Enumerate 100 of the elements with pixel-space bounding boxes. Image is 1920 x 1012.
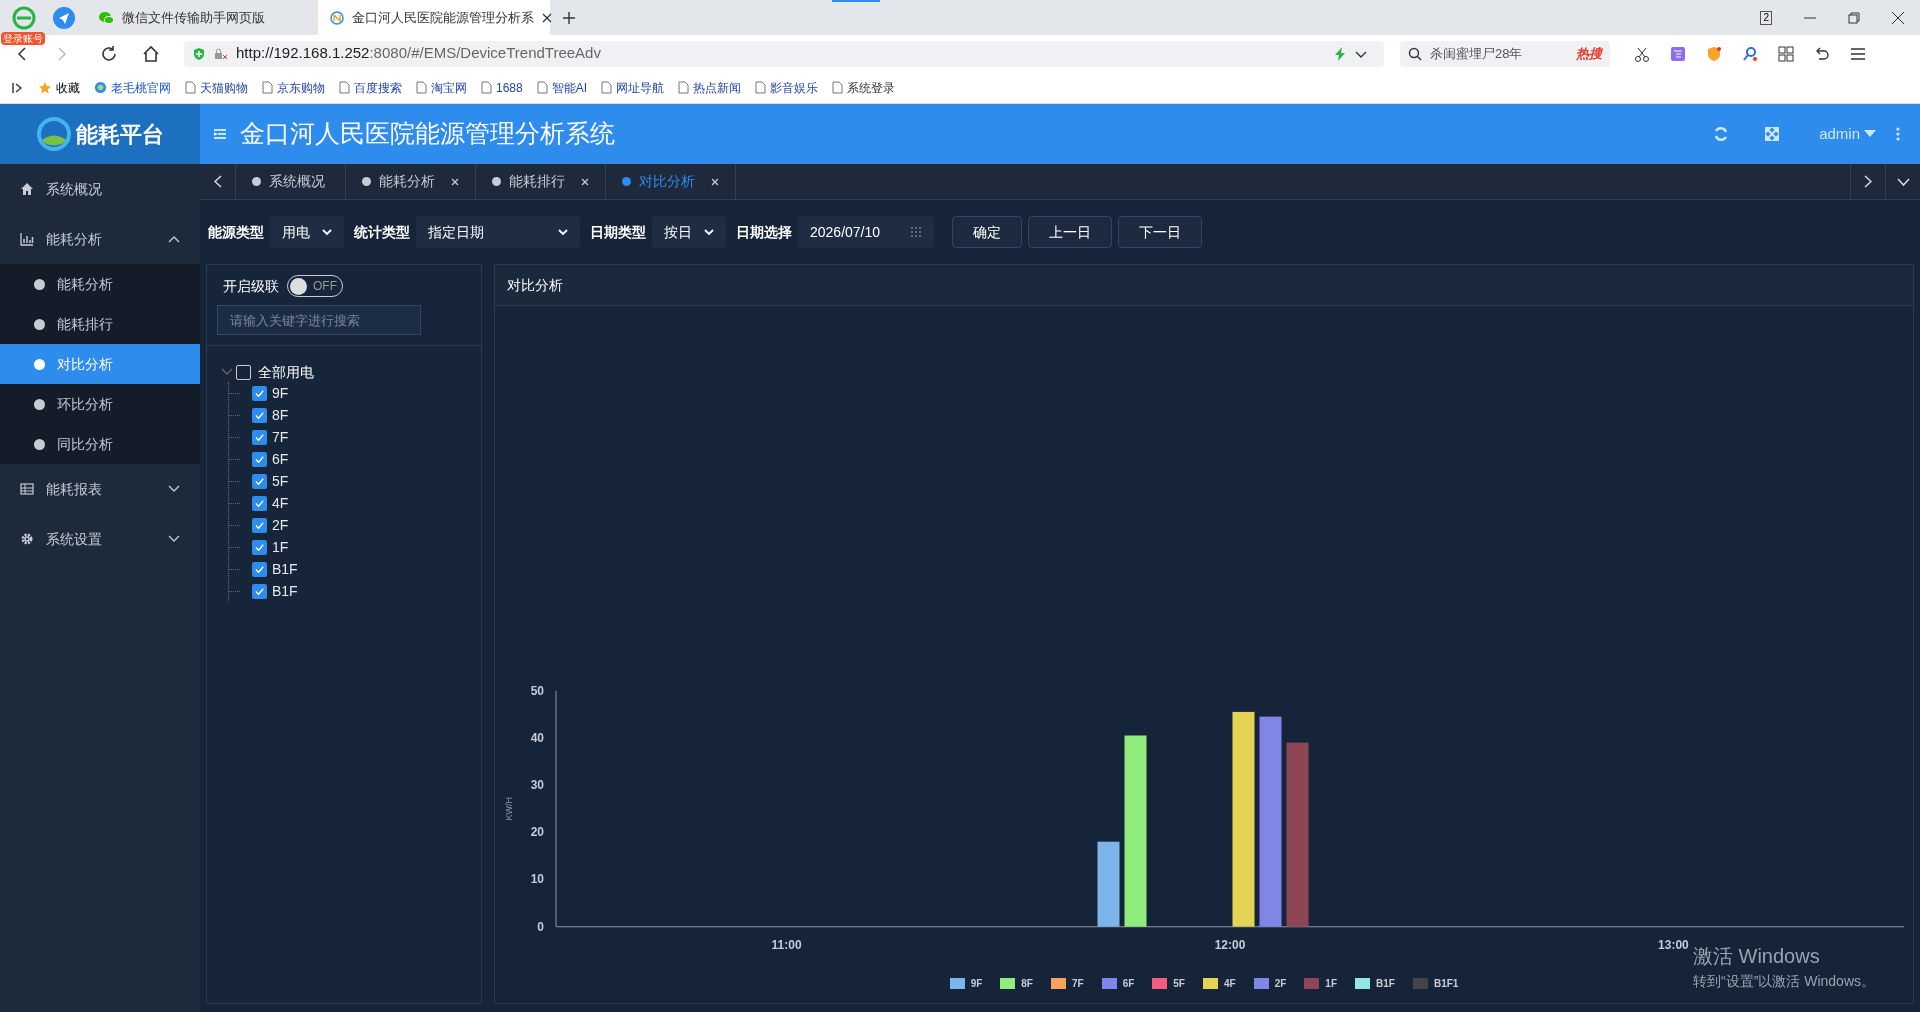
fullscreen-icon[interactable] [1765, 127, 1780, 141]
search-field[interactable]: 杀闺蜜埋尸28年 热搜 [1400, 40, 1610, 67]
home-icon [20, 182, 34, 196]
page-icon [262, 81, 273, 94]
grid-icon[interactable] [1778, 45, 1794, 62]
refresh-icon[interactable] [1713, 126, 1730, 142]
page-tab[interactable]: 能耗排行 [476, 164, 606, 199]
navigation-icon[interactable] [52, 5, 76, 30]
chevron-right-icon [1864, 175, 1872, 188]
tree-label: 5F [272, 471, 289, 491]
undo-icon[interactable] [1814, 45, 1830, 62]
action-button[interactable]: 上一日 [1028, 216, 1112, 248]
legend-item[interactable]: B1F [1355, 976, 1395, 991]
checkbox[interactable] [252, 517, 267, 533]
checkbox[interactable] [252, 473, 267, 489]
bookmark-link[interactable]: 天猫购物 [185, 78, 248, 97]
select-field[interactable]: 按日 [652, 216, 726, 248]
tree-label: 2F [272, 515, 289, 535]
select-field[interactable]: 指定日期 [416, 216, 580, 248]
bookmark-link[interactable]: 网址导航 [601, 78, 665, 97]
close-icon[interactable] [1892, 11, 1904, 24]
tab-title: 微信文件传输助手网页版 [122, 8, 266, 27]
shield-icon[interactable] [1706, 45, 1722, 62]
submenu-item[interactable]: 能耗分析 [0, 264, 200, 304]
legend-item[interactable]: 4F [1203, 976, 1236, 991]
sidebar-item[interactable]: 系统设置 [0, 514, 200, 564]
bookmark-link[interactable]: 京东购物 [262, 78, 325, 97]
activation-title: 激活 Windows [1693, 944, 1821, 969]
submenu-item[interactable]: 环比分析 [0, 384, 200, 424]
chevron-left-icon [213, 175, 222, 188]
legend-item[interactable]: 2F [1253, 976, 1287, 991]
bookmark-link[interactable]: 智能AI [536, 78, 588, 97]
chevron-down-icon [168, 535, 180, 543]
date-field[interactable]: 2026/07/10 [798, 216, 934, 248]
page-tab[interactable]: 能耗分析 [346, 164, 476, 199]
magnifier-icon[interactable] [1742, 45, 1758, 62]
submenu-item[interactable]: 能耗排行 [0, 304, 200, 344]
bookmark-link[interactable]: 系统登录 [832, 78, 896, 97]
bookmark-link[interactable]: 百度搜索 [339, 78, 402, 97]
more-icon[interactable] [1896, 127, 1900, 141]
tree-label: 全部用电 [258, 362, 314, 382]
search-field[interactable]: 请输入关键字进行搜索 [217, 305, 421, 335]
reload-icon[interactable] [100, 44, 118, 63]
legend-label: 8F [1021, 977, 1033, 991]
legend-item[interactable]: 6F [1101, 976, 1135, 991]
close-icon[interactable] [542, 12, 552, 23]
window-count[interactable]: 2 [1760, 10, 1772, 25]
expand-icon[interactable] [221, 368, 233, 376]
hot-search-link[interactable]: 热搜 [1576, 43, 1602, 64]
checkbox[interactable] [252, 583, 267, 599]
chat-icon [98, 9, 114, 26]
legend-item[interactable]: B1F1 [1412, 976, 1459, 991]
checkbox[interactable] [252, 495, 267, 511]
menu-icon[interactable] [212, 126, 228, 142]
checkbox[interactable] [252, 539, 267, 555]
checkbox[interactable] [252, 385, 267, 401]
legend-label: 1F [1325, 977, 1337, 991]
new-tab-icon[interactable] [562, 10, 576, 25]
translate-icon[interactable] [1670, 45, 1686, 62]
browser-tab[interactable]: 金口河人民医院能源管理分析系 [318, 0, 550, 35]
scissors-icon[interactable] [1634, 45, 1650, 62]
bookmark-link[interactable]: 淘宝网 [416, 78, 467, 97]
favorites-button[interactable]: 收藏 [38, 78, 80, 97]
restore-icon[interactable] [1848, 11, 1860, 24]
checkbox[interactable] [236, 364, 251, 380]
page-tab[interactable]: 系统概况 [236, 164, 346, 199]
legend-label: B1F1 [1433, 977, 1459, 991]
sidebar-item[interactable]: 能耗报表 [0, 464, 200, 514]
legend-item[interactable]: 1F [1304, 976, 1337, 991]
bookmark-link[interactable]: 老毛桃官网 [94, 78, 171, 97]
legend-item[interactable]: 8F [1000, 976, 1033, 991]
select-field[interactable]: 用电 [270, 216, 344, 248]
legend-item[interactable]: 5F [1152, 976, 1185, 991]
bookmark-link[interactable]: 影音娱乐 [755, 78, 819, 97]
sidebar-toggle-icon[interactable] [12, 81, 24, 94]
legend-item[interactable]: 9F [949, 976, 983, 991]
filter-label: 统计类型 [354, 222, 410, 242]
checkbox[interactable] [252, 561, 267, 577]
checkbox[interactable] [252, 407, 267, 423]
tree-label: B1F [272, 559, 298, 579]
bookmark-link[interactable]: 热点新闻 [678, 78, 742, 97]
action-button[interactable]: 确定 [952, 216, 1022, 248]
sidebar-item[interactable]: 系统概况 [0, 164, 200, 214]
bookmark-link[interactable]: 1688 [481, 78, 523, 97]
logo-icon [36, 116, 72, 152]
address-field[interactable]: http://192.168.1.252:8080/#/EMS/DeviceTrendTreeAdv [184, 40, 1384, 67]
home-icon[interactable] [142, 44, 160, 63]
sidebar-item[interactable]: 能耗分析 [0, 214, 200, 264]
page-tab[interactable]: 对比分析 [606, 164, 736, 199]
action-button[interactable]: 下一日 [1118, 216, 1202, 248]
menu-icon[interactable] [1850, 45, 1866, 62]
tree-label: 7F [272, 427, 289, 447]
chevron-down-icon [558, 228, 568, 236]
legend-item[interactable]: 7F [1050, 976, 1084, 991]
checkbox[interactable] [252, 429, 267, 445]
legend-label: 9F [970, 977, 983, 991]
submenu-item[interactable]: 同比分析 [0, 424, 200, 464]
browser-tab[interactable]: 微信文件传输助手网页版 [86, 0, 318, 35]
checkbox[interactable] [252, 451, 267, 467]
page-icon [601, 81, 613, 94]
